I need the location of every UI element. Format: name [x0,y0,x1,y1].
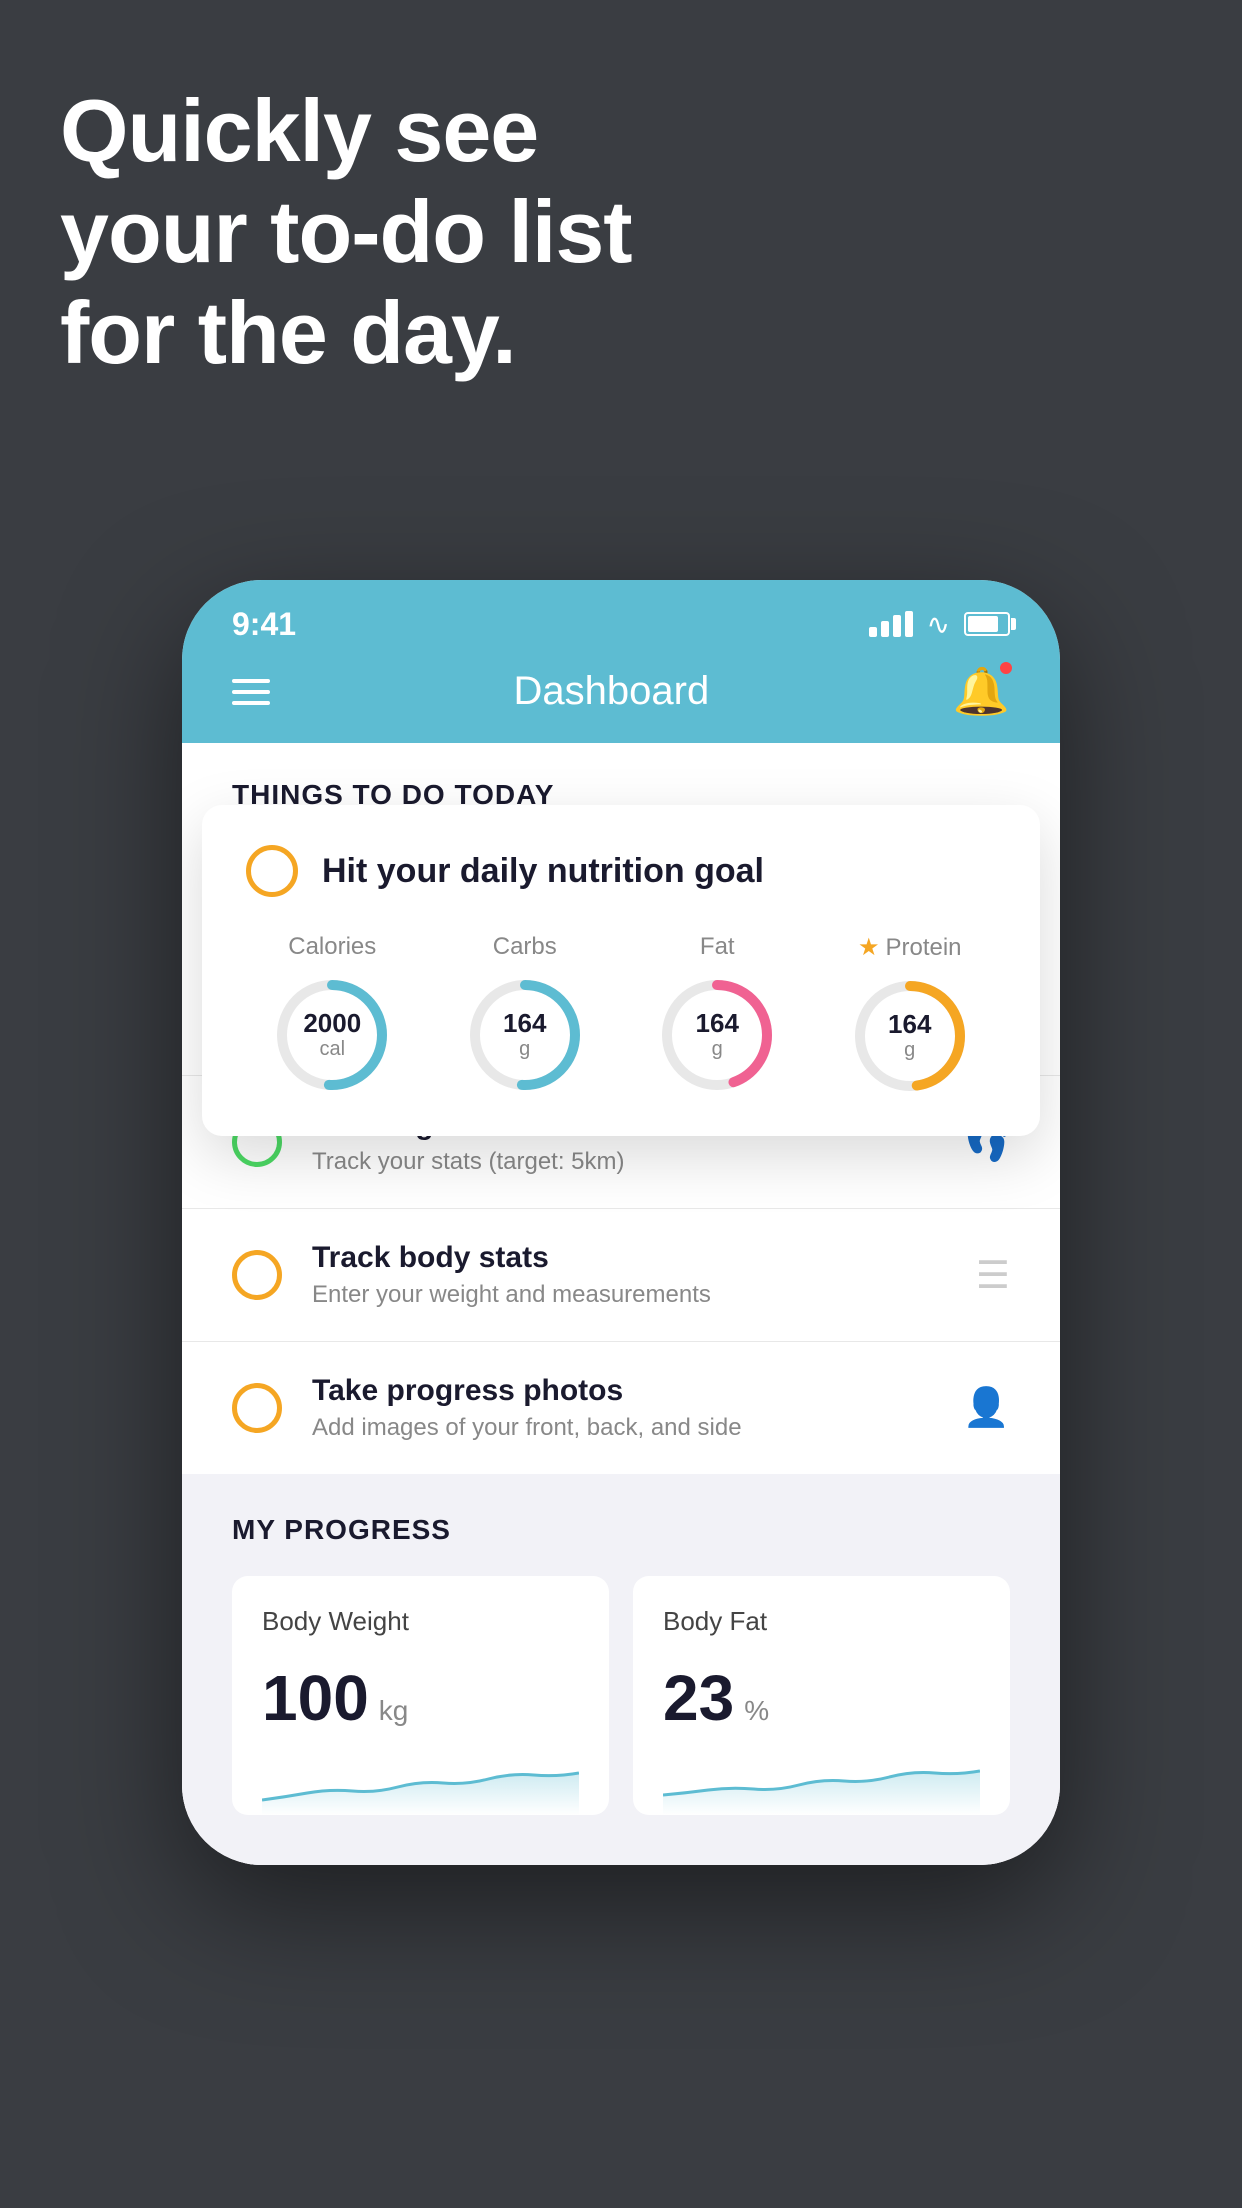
fat-unit: g [712,1038,723,1060]
body-weight-graph [262,1755,579,1815]
body-fat-number: 23 [663,1661,734,1735]
photos-subtitle: Add images of your front, back, and side [312,1414,933,1442]
person-icon: 👤 [963,1386,1010,1430]
calories-stat: Calories 2000 cal [272,933,392,1096]
fat-label: Fat [700,933,735,961]
app-header: Dashboard 🔔 [182,650,1060,743]
phone-content: THINGS TO DO TODAY Hit your daily nutrit… [182,743,1060,1865]
bodystats-text: Track body stats Enter your weight and m… [312,1241,946,1309]
calories-unit: cal [319,1038,345,1060]
protein-value: 164 [888,1010,931,1039]
header-title: Dashboard [514,669,710,714]
progress-title: MY PROGRESS [232,1514,1010,1546]
menu-button[interactable] [232,679,270,705]
content-wrapper: Hit your daily nutrition goal Calories [182,835,1060,1474]
status-bar: 9:41 ∿ [182,580,1060,650]
carbs-label: Carbs [493,933,557,961]
protein-donut: 164 g [850,976,970,1096]
bodystats-subtitle: Enter your weight and measurements [312,1281,946,1309]
hero-line2: your to-do list [60,181,632,282]
protein-label: ★ Protein [858,933,962,962]
notification-dot [998,660,1014,676]
bodystats-title: Track body stats [312,1241,946,1275]
fat-donut: 164 g [657,975,777,1095]
body-weight-value-container: 100 kg [262,1661,579,1735]
phone-shell: 9:41 ∿ Dashboard 🔔 [182,580,1060,1865]
nutrition-card-title: Hit your daily nutrition goal [322,852,764,891]
carbs-unit: g [519,1038,530,1060]
calories-label: Calories [288,933,376,961]
body-fat-label: Body Fat [663,1606,980,1637]
photos-check-circle [232,1383,282,1433]
running-subtitle: Track your stats (target: 5km) [312,1148,933,1176]
progress-section: MY PROGRESS Body Weight 100 kg [182,1474,1060,1865]
nutrition-card[interactable]: Hit your daily nutrition goal Calories [202,805,1040,1136]
carbs-value: 164 [503,1009,546,1038]
body-weight-number: 100 [262,1661,369,1735]
protein-stat: ★ Protein 164 g [850,933,970,1096]
photos-text: Take progress photos Add images of your … [312,1374,933,1442]
body-weight-card[interactable]: Body Weight 100 kg [232,1576,609,1815]
calories-value: 2000 [303,1009,361,1038]
nutrition-card-header: Hit your daily nutrition goal [246,845,996,897]
todo-item-body-stats[interactable]: Track body stats Enter your weight and m… [182,1208,1060,1341]
photos-title: Take progress photos [312,1374,933,1408]
nutrition-stats: Calories 2000 cal [246,933,996,1096]
body-weight-label: Body Weight [262,1606,579,1637]
hero-line1: Quickly see [60,80,632,181]
hero-text: Quickly see your to-do list for the day. [60,80,632,384]
notification-button[interactable]: 🔔 [953,664,1010,719]
status-time: 9:41 [232,606,296,643]
battery-icon [964,612,1010,636]
todo-item-photos[interactable]: Take progress photos Add images of your … [182,1341,1060,1474]
hero-line3: for the day. [60,282,632,383]
carbs-stat: Carbs 164 g [465,933,585,1096]
status-icons: ∿ [869,608,1010,641]
progress-cards: Body Weight 100 kg [232,1576,1010,1815]
scale-icon: ☰ [976,1253,1010,1298]
body-weight-unit: kg [379,1695,409,1727]
wifi-icon: ∿ [927,608,950,641]
protein-unit: g [904,1039,915,1061]
signal-icon [869,611,913,637]
body-fat-graph [663,1755,980,1815]
fat-value: 164 [696,1009,739,1038]
body-fat-unit: % [744,1695,769,1727]
bodystats-check-circle [232,1250,282,1300]
nutrition-check-circle [246,845,298,897]
fat-stat: Fat 164 g [657,933,777,1096]
body-fat-card[interactable]: Body Fat 23 % [633,1576,1010,1815]
carbs-donut: 164 g [465,975,585,1095]
calories-donut: 2000 cal [272,975,392,1095]
star-icon: ★ [858,933,880,962]
body-fat-value-container: 23 % [663,1661,980,1735]
